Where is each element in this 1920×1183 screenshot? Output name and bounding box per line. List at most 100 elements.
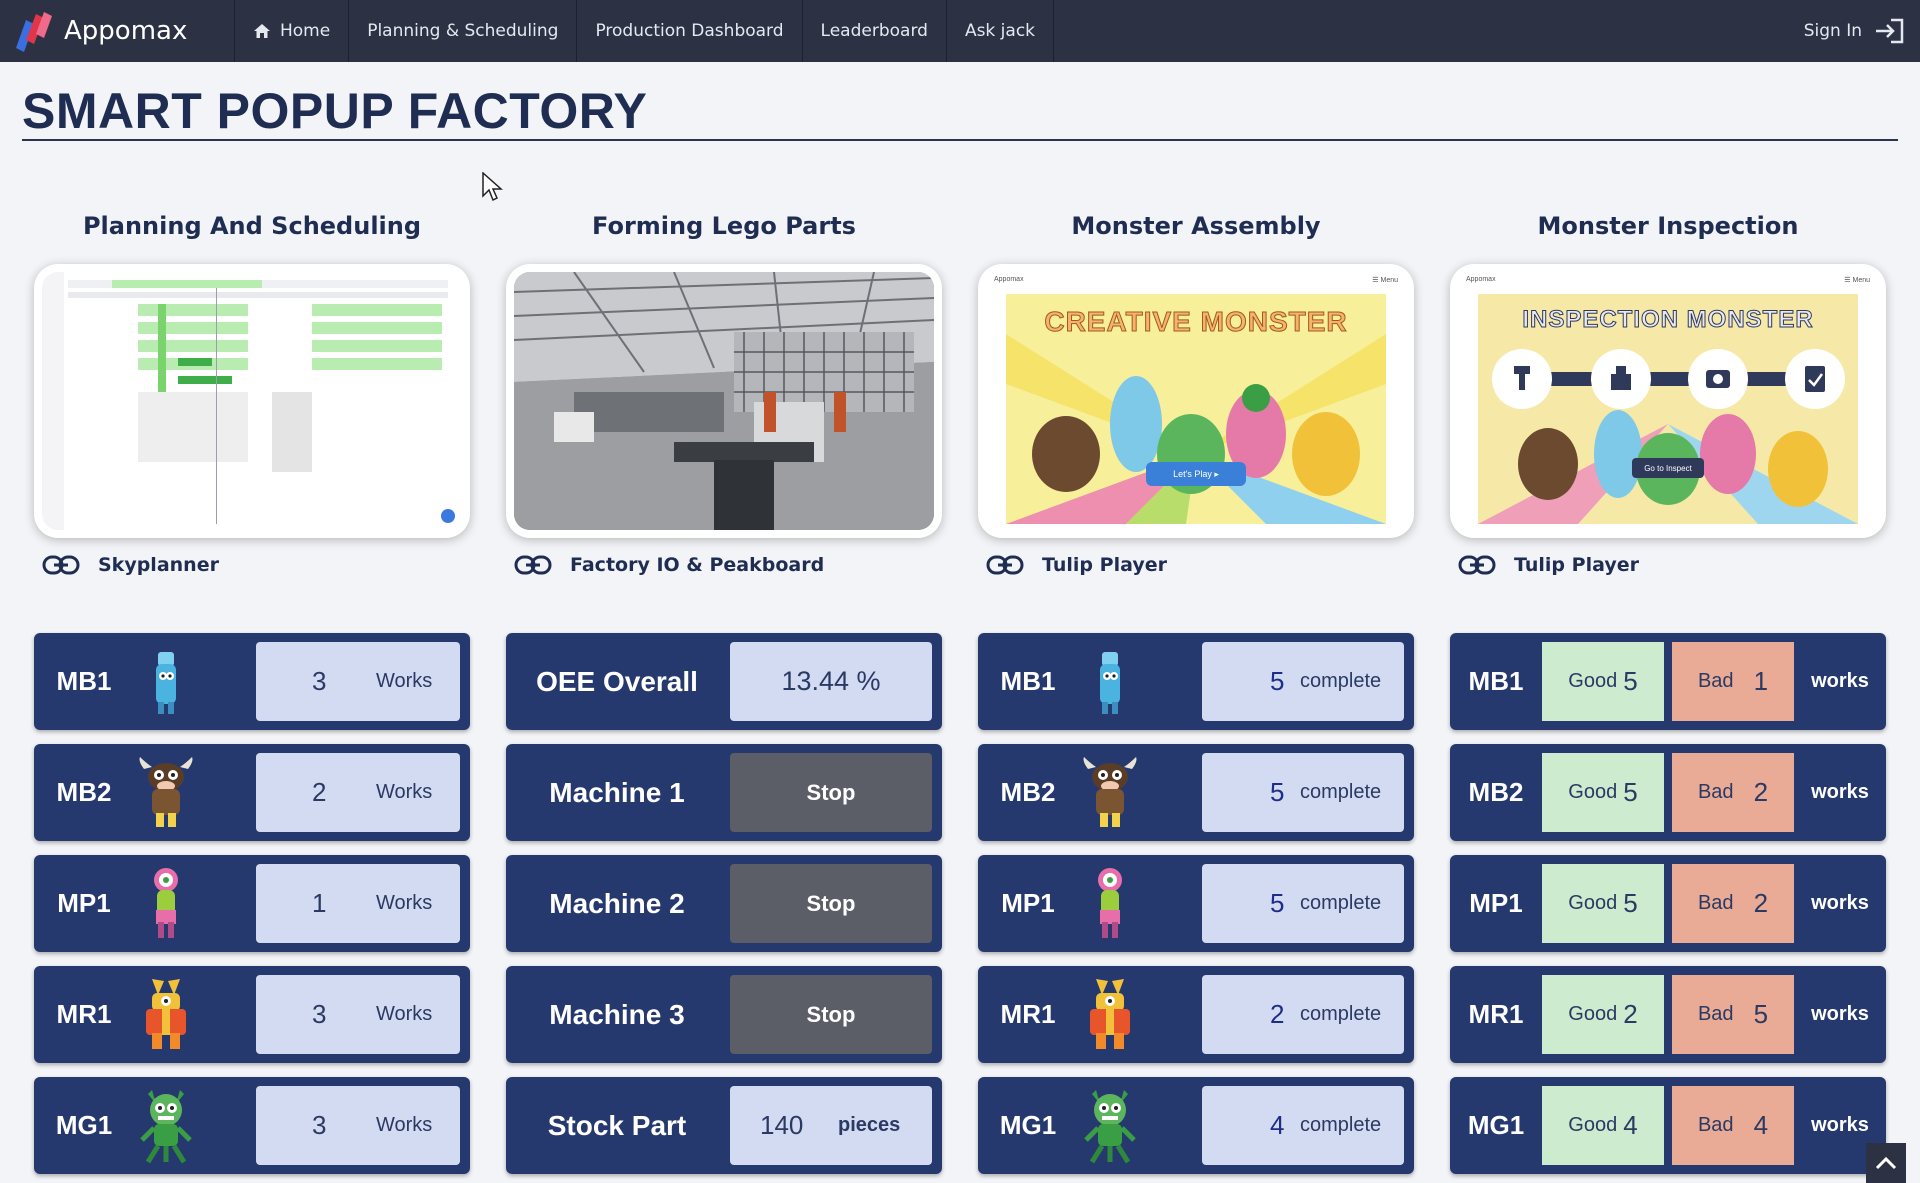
station-title-planning: Planning And Scheduling	[82, 212, 422, 240]
bad-count-box: Bad 4	[1672, 1086, 1794, 1165]
planning-count: 2	[312, 777, 327, 807]
assembly-value-box: 5 complete	[1202, 642, 1404, 721]
appomax-logo-icon	[16, 12, 52, 52]
planning-count: 3	[312, 666, 327, 696]
assembly-row-mg1: MG1 4 complete	[978, 1077, 1414, 1174]
inspection-monster-preview[interactable]: Appomax ☰ Menu INSPECTION MONSTER Go to …	[1450, 264, 1886, 538]
planning-unit: Works	[376, 892, 433, 914]
assembly-count: 5	[1270, 777, 1285, 807]
works-unit-label: works	[1811, 1114, 1869, 1136]
monster-code: MR1	[1000, 999, 1056, 1029]
bad-label: Bad	[1697, 1003, 1734, 1025]
planning-row-mr1: MR1 3 Works	[34, 966, 470, 1063]
bad-label: Bad	[1697, 892, 1734, 914]
works-unit-label: works	[1811, 781, 1869, 803]
bad-label: Bad	[1697, 670, 1734, 692]
brand-name: Appomax	[64, 16, 188, 46]
good-count-box: Good 4	[1542, 1086, 1664, 1165]
lets-play-button[interactable]: Let's Play ▸	[1146, 462, 1246, 486]
nav-production-dashboard[interactable]: Production Dashboard	[577, 0, 803, 62]
inspection-row-mr1: MR1 Good 2 Bad 5 works	[1450, 966, 1886, 1063]
good-label: Good	[1568, 1003, 1618, 1025]
creative-monster-screen: Appomax ☰ Menu CREATIVE MONSTER Let's Pl…	[986, 272, 1406, 530]
creative-monster-banner: CREATIVE MONSTER	[1044, 306, 1348, 338]
preview-menu-label: ☰ Menu	[1372, 277, 1398, 284]
bad-count: 4	[1753, 1110, 1769, 1140]
mouse-cursor-icon	[482, 172, 503, 202]
monster-code: MR1	[56, 999, 112, 1029]
factory-io-link-label: Factory IO & Peakboard	[570, 554, 825, 576]
machine-1-row: Machine 1 Stop	[506, 744, 942, 841]
factory-io-preview[interactable]	[506, 264, 942, 538]
nav-ask-jack-label: Ask jack	[964, 21, 1036, 41]
good-count-box: Good 5	[1542, 864, 1664, 943]
monster-code: MR1	[1468, 999, 1524, 1029]
oee-overall-value-box: 13.44 %	[730, 642, 932, 721]
station-title-assembly: Monster Assembly	[1071, 212, 1321, 240]
link-icon	[1458, 555, 1496, 575]
inspection-row-mg1: MG1 Good 4 Bad 4 works	[1450, 1077, 1886, 1174]
oee-overall-value: 13.44 %	[781, 666, 881, 696]
skyplanner-screenshot	[42, 272, 462, 530]
planning-unit: Works	[376, 1003, 433, 1025]
monster-code: MB2	[1468, 777, 1524, 807]
planning-row-mg1: MG1 3 Works	[34, 1077, 470, 1174]
nav-leaderboard[interactable]: Leaderboard	[803, 0, 947, 62]
title-divider	[22, 139, 1898, 141]
inspection-row-mb2: MB2 Good 5 Bad 2 works	[1450, 744, 1886, 841]
top-navbar: Appomax Home Planning & Scheduling Produ…	[0, 0, 1920, 62]
nav-ask-jack[interactable]: Ask jack	[947, 0, 1055, 62]
monster-code: MP1	[1469, 888, 1523, 918]
creative-monster-preview[interactable]: Appomax ☰ Menu CREATIVE MONSTER Let's Pl…	[978, 264, 1414, 538]
home-icon	[254, 24, 270, 38]
tulip-player-link-label: Tulip Player	[1042, 554, 1167, 576]
monster-code: MB1	[56, 666, 112, 696]
preview-brand-label: Appomax	[1466, 276, 1496, 283]
stock-part-unit: pieces	[838, 1114, 901, 1136]
nav-home[interactable]: Home	[235, 0, 350, 62]
monster-code: MP1	[57, 888, 111, 918]
assembly-row-mb2: MB2 5 complete	[978, 744, 1414, 841]
planning-row-mp1: MP1 1 Works	[34, 855, 470, 952]
assembly-value-box: 5 complete	[1202, 753, 1404, 832]
machine-3-label: Machine 3	[549, 998, 685, 1030]
pink-monster-icon	[134, 864, 198, 944]
machine-3-row: Machine 3 Stop	[506, 966, 942, 1063]
assembly-unit: complete	[1300, 1003, 1382, 1025]
stock-part-row: Stock Part 140 pieces	[506, 1077, 942, 1174]
bad-count-box: Bad 2	[1672, 864, 1794, 943]
skyplanner-preview[interactable]	[34, 264, 470, 538]
inspection-row-mp1: MP1 Good 5 Bad 2 works	[1450, 855, 1886, 952]
sign-in-button[interactable]: Sign In	[1804, 0, 1904, 62]
good-label: Good	[1568, 670, 1618, 692]
assembly-row-mr1: MR1 2 complete	[978, 966, 1414, 1063]
brand[interactable]: Appomax	[0, 0, 235, 62]
monster-code: MB1	[1468, 666, 1524, 696]
assembly-count: 4	[1270, 1110, 1285, 1140]
machine-3-status: Stop	[730, 975, 932, 1054]
bad-count: 2	[1753, 777, 1769, 807]
planning-unit: Works	[376, 1114, 433, 1136]
nav-planning-label: Planning & Scheduling	[367, 21, 559, 41]
factory-io-link[interactable]: Factory IO & Peakboard	[514, 554, 824, 576]
good-label: Good	[1568, 892, 1618, 914]
scroll-to-top-button[interactable]	[1866, 1143, 1906, 1183]
red-monster-icon	[1078, 975, 1142, 1055]
nav-planning-scheduling[interactable]: Planning & Scheduling	[349, 0, 578, 62]
tulip-player-link-inspection[interactable]: Tulip Player	[1458, 554, 1639, 576]
good-count: 5	[1623, 777, 1638, 807]
good-count: 5	[1623, 666, 1638, 696]
stock-part-label: Stock Part	[547, 1109, 687, 1141]
tulip-player-link-assembly[interactable]: Tulip Player	[986, 554, 1167, 576]
go-to-inspect-button[interactable]: Go to Inspect	[1632, 458, 1704, 478]
chevron-up-icon	[1875, 1156, 1897, 1170]
bad-count-box: Bad 5	[1672, 975, 1794, 1054]
link-icon	[514, 555, 552, 575]
planning-value-box: 3 Works	[256, 975, 460, 1054]
monster-code: MB2	[1000, 777, 1056, 807]
monster-code: MG1	[1467, 1110, 1525, 1140]
factory-3d-scene	[514, 272, 934, 530]
planning-row-mb1: MB1 3 Works	[34, 633, 470, 730]
green-monster-icon	[1078, 1086, 1142, 1166]
skyplanner-link[interactable]: Skyplanner	[42, 554, 219, 576]
